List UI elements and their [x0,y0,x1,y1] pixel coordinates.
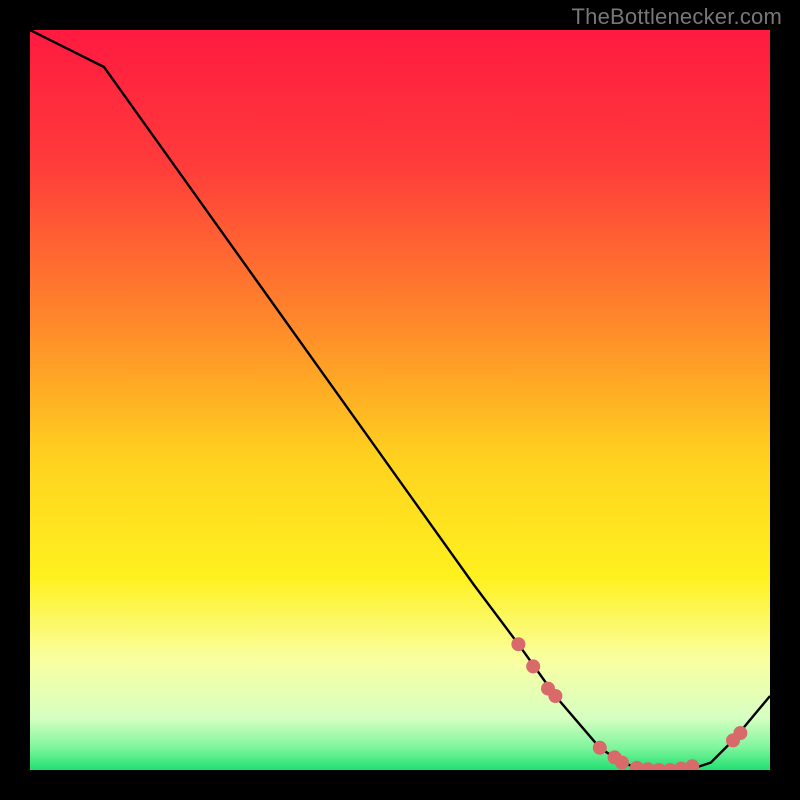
plot-area [30,30,770,770]
data-marker [593,741,607,755]
data-marker [548,689,562,703]
attribution-label: TheBottlenecker.com [572,4,782,30]
data-marker [511,637,525,651]
data-marker [733,726,747,740]
data-marker [526,659,540,673]
chart-svg [30,30,770,770]
data-marker [615,756,629,770]
chart-frame: TheBottlenecker.com [0,0,800,800]
gradient-background [30,30,770,770]
